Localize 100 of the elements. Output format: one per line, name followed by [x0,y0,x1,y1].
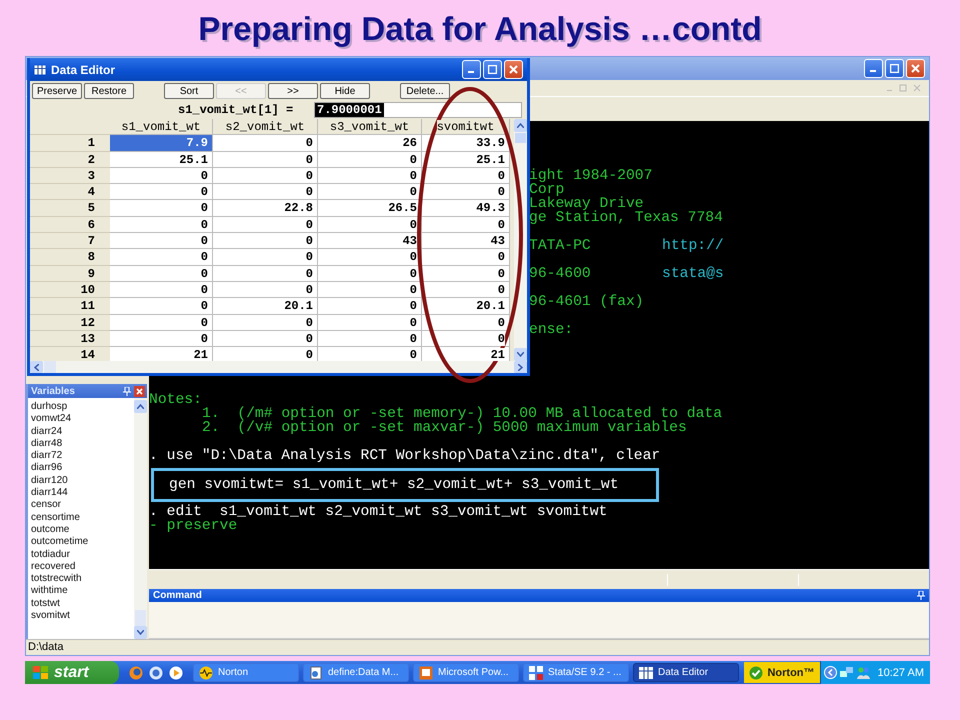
table-cell[interactable]: 0 [110,314,213,331]
table-cell[interactable]: 43 [422,233,510,250]
scrollbar[interactable] [30,361,527,373]
variable-item[interactable]: totdiadur [31,548,134,561]
table-cell[interactable]: 0 [213,135,318,152]
play-icon[interactable] [169,666,183,680]
start-button[interactable]: start [25,661,119,684]
table-cell[interactable]: 0 [110,200,213,217]
table-cell[interactable]: 0 [422,249,510,266]
table-cell[interactable]: 0 [318,298,422,315]
close-button[interactable] [134,386,145,396]
toolbar-button[interactable]: Preserve [32,83,82,99]
variable-item[interactable]: diarr120 [31,474,134,488]
globe-icon[interactable] [129,666,143,680]
table-cell[interactable]: 0 [318,266,422,282]
column-header[interactable]: s2_vomit_wt [225,120,305,134]
network-icon[interactable] [840,666,854,679]
tray-badge[interactable]: Norton™ [744,662,820,683]
scroll-up-icon[interactable] [514,119,527,132]
table-cell[interactable]: 21 [110,347,213,361]
variable-item[interactable]: diarr72 [31,450,134,462]
table-cell[interactable]: 0 [318,216,422,234]
table-cell[interactable]: 0 [110,249,213,266]
scroll-left-icon[interactable] [30,361,43,373]
table-cell[interactable]: 0 [110,233,213,250]
table-cell[interactable]: 0 [213,152,318,168]
scroll-down-icon[interactable] [514,348,527,361]
table-cell[interactable]: 0 [110,282,213,298]
variable-item[interactable]: vomwt24 [31,413,134,426]
table-cell[interactable]: 0 [213,282,318,298]
taskbar-button[interactable]: Norton [193,663,299,682]
table-cell[interactable]: 49.3 [422,200,510,217]
table-cell[interactable]: 0 [213,314,318,331]
variable-item[interactable]: outcometime [31,536,134,549]
taskbar-button[interactable]: Data Editor [633,663,739,682]
table-cell[interactable]: 0 [318,347,422,361]
table-cell[interactable]: 0 [110,330,213,348]
table-cell[interactable]: 0 [213,184,318,200]
table-cell[interactable]: 0 [213,347,318,361]
toolbar-button[interactable]: Delete... [400,83,450,99]
variable-item[interactable]: censortime [31,512,134,524]
variable-item[interactable]: withtime [31,585,134,598]
table-cell[interactable]: 21 [422,347,510,361]
table-cell[interactable]: 0 [422,184,510,200]
maximize-button[interactable] [483,60,502,79]
toolbar-button[interactable]: Restore [84,83,134,99]
taskbar-button[interactable]: Microsoft Pow... [413,663,519,682]
table-cell[interactable]: 0 [213,266,318,282]
toolbar-button[interactable]: Hide [320,83,370,99]
table-cell[interactable]: 0 [213,216,318,234]
table-cell[interactable]: 0 [318,152,422,168]
variable-item[interactable]: totstwt [31,598,134,610]
table-cell[interactable]: 26.5 [318,200,422,217]
pin-icon[interactable] [917,591,925,600]
table-cell[interactable]: 26 [318,135,422,152]
table-cell[interactable]: 0 [422,216,510,234]
pin-icon[interactable] [123,386,131,396]
table-cell[interactable]: 0 [213,249,318,266]
table-cell[interactable]: 0 [422,282,510,298]
column-header[interactable]: s1_vomit_wt [121,120,201,134]
scrollbar-thumb[interactable] [515,133,526,143]
table-cell[interactable]: 0 [110,184,213,200]
taskbar-button[interactable]: Stata/SE 9.2 - ... [523,663,629,682]
table-cell[interactable]: 25.1 [110,152,213,168]
variable-item[interactable]: durhosp [31,401,134,414]
variable-item[interactable]: diarr24 [31,426,134,438]
toolbar-button[interactable]: Sort [164,83,214,99]
table-cell[interactable]: 0 [318,184,422,200]
variable-item[interactable]: totstrecwith [31,573,134,586]
minimize-button[interactable] [462,60,481,79]
globe-icon[interactable] [149,666,163,680]
table-cell[interactable]: 20.1 [422,298,510,315]
table-cell[interactable]: 0 [318,168,422,184]
table-cell[interactable]: 25.1 [422,152,510,168]
table-cell[interactable]: 0 [110,266,213,282]
variable-item[interactable]: diarr96 [31,462,134,475]
table-cell[interactable]: 0 [110,168,213,184]
taskbar-button[interactable]: define:Data M... [303,663,409,682]
table-cell[interactable]: 7.9 [110,135,213,152]
variable-item[interactable]: diarr48 [31,438,134,450]
table-cell[interactable]: 0 [213,233,318,250]
scroll-down-icon[interactable] [134,626,147,639]
variable-item[interactable]: recovered [31,560,134,574]
table-cell[interactable]: 0 [213,330,318,348]
scrollbar-thumb[interactable] [44,361,56,373]
close-button[interactable] [504,60,523,79]
command-input-field[interactable] [149,602,929,639]
variable-item[interactable]: svomitwt [31,610,134,622]
table-cell[interactable]: 0 [318,314,422,331]
table-cell[interactable]: 0 [318,282,422,298]
table-cell[interactable]: 0 [110,216,213,234]
variable-item[interactable]: censor [31,499,134,512]
cell-value-field[interactable]: 7.9000001 [314,102,522,118]
scrollbar[interactable] [134,398,147,639]
scrollbar-thumb[interactable] [135,610,146,626]
people-icon[interactable] [856,666,870,679]
variable-item[interactable]: outcome [31,524,134,536]
variable-item[interactable]: diarr144 [31,487,134,500]
chevron-left-icon[interactable] [824,666,837,679]
table-cell[interactable]: 0 [422,168,510,184]
